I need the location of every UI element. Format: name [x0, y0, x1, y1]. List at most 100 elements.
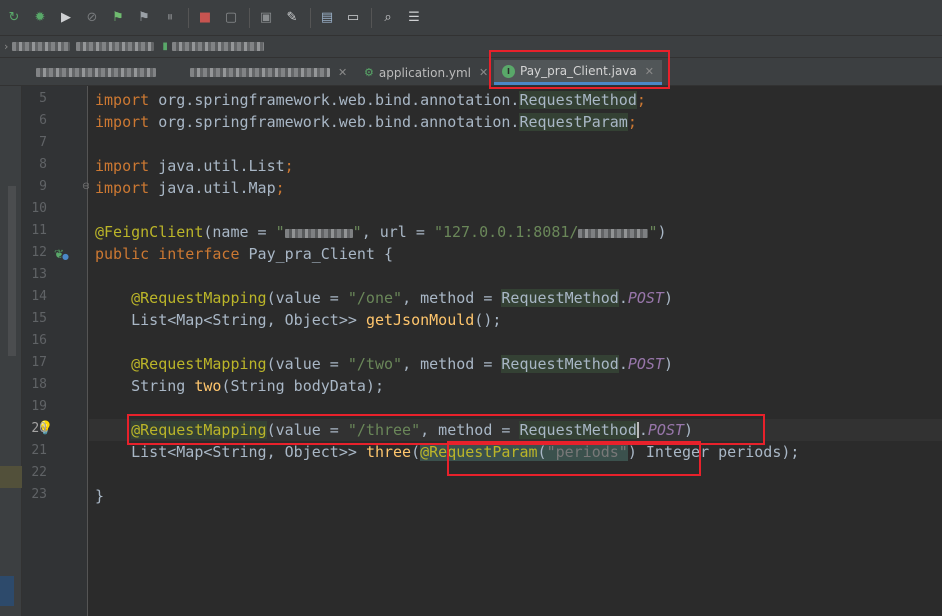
semicolon: ;	[284, 157, 294, 175]
tab-redacted-2[interactable]: ✕	[182, 60, 352, 85]
url-string: "127.0.0.1:8081/	[433, 223, 579, 241]
code-text: (value =	[266, 289, 348, 307]
build-artifact-icon[interactable]: ▢	[221, 8, 241, 28]
close-icon[interactable]: ✕	[338, 66, 347, 79]
implemented-icon[interactable]: ●	[62, 252, 69, 261]
breadcrumb-file-redacted[interactable]	[171, 42, 264, 51]
breadcrumb-path-redacted[interactable]	[76, 42, 155, 51]
vcs-icon[interactable]: ☰	[404, 8, 424, 28]
keyword: import	[95, 91, 150, 109]
code-line-17[interactable]: @RequestMapping(value = "/two", method =…	[95, 353, 673, 375]
rerun-icon[interactable]: ↻	[4, 8, 24, 28]
toolbar-separator	[310, 7, 311, 28]
code-line-11[interactable]: @FeignClient(name = " ", url = "127.0.0.1…	[95, 221, 667, 243]
code-text: )	[663, 289, 673, 307]
editor-tab-strip: ✕ ⚙ application.yml ✕ I Pay_pra_Client.j…	[0, 58, 942, 86]
chevron-right-icon: ›	[4, 40, 9, 53]
stop-icon[interactable]: ■	[195, 8, 215, 28]
code-line-14[interactable]: @RequestMapping(value = "/one", method =…	[95, 287, 673, 309]
folder-icon: ▮	[162, 41, 168, 52]
breadcrumb-project-redacted[interactable]	[12, 42, 71, 51]
code-text: .	[618, 355, 628, 373]
code-line-5[interactable]: import org.springframework.web.bind.anno…	[95, 89, 646, 111]
code-line-12[interactable]: public interface Pay_pra_Client {	[95, 243, 393, 265]
pause-icon[interactable]: ⏸	[160, 8, 180, 28]
annotation: @RequestMapping	[131, 355, 267, 373]
line-number: 17	[31, 355, 47, 370]
line-number: 5	[39, 91, 47, 106]
import-class: RequestMethod	[519, 91, 637, 109]
line-number: 19	[31, 399, 47, 414]
code-line-18[interactable]: String two(String bodyData);	[95, 375, 384, 397]
main-toolbar: ↻ ✹ ▶ ⊘ ⚑ ⚑ ⏸ ■ ▢ ▣ ✎ ▤ ▭ ⌕ ☰	[0, 0, 942, 36]
tab-application-yml[interactable]: ⚙ application.yml ✕	[356, 60, 490, 85]
string-literal: "	[352, 223, 362, 241]
line-number: 18	[31, 377, 47, 392]
line-number: 12	[31, 245, 47, 260]
line-number: 20	[31, 421, 47, 436]
code-line-15[interactable]: List<Map<String, Object>> getJsonMould()…	[95, 309, 501, 331]
line-number: 11	[31, 223, 47, 238]
favorites-marker[interactable]	[0, 576, 14, 606]
code-text: (name =	[203, 223, 276, 241]
code-line-23[interactable]: }	[95, 485, 104, 507]
code-text: , method =	[402, 355, 502, 373]
toolbar-separator	[371, 7, 372, 28]
line-number: 8	[39, 157, 47, 172]
method-name: two	[194, 377, 222, 395]
tab-label: application.yml	[378, 65, 472, 80]
code-text: .	[618, 289, 628, 307]
search-icon[interactable]: ⌕	[378, 8, 398, 28]
toolbar-separator	[249, 7, 250, 28]
return-type: List<Map<String, Object>>	[131, 443, 366, 461]
run-coverage-icon[interactable]: ▶	[56, 8, 76, 28]
line-number: 22	[31, 465, 47, 480]
close-icon[interactable]: ✕	[479, 66, 488, 79]
semicolon: ;	[275, 179, 285, 197]
code-line-6[interactable]: import org.springframework.web.bind.anno…	[95, 111, 637, 133]
line-number: 7	[39, 135, 47, 150]
code-editor[interactable]: import org.springframework.web.bind.anno…	[89, 86, 942, 616]
code-line-9[interactable]: import java.util.Map;	[95, 177, 285, 199]
line-number: 6	[39, 113, 47, 128]
highlight-box-request-param	[447, 441, 701, 476]
settings-wrench-icon[interactable]: ✎	[282, 8, 302, 28]
code-line-8[interactable]: import java.util.List;	[95, 155, 294, 177]
line-number: 14	[31, 289, 47, 304]
redacted-url-path	[578, 229, 649, 238]
code-text: (value =	[266, 355, 348, 373]
project-structure-icon[interactable]: ▤	[317, 8, 337, 28]
return-type: List<Map<String, Object>>	[131, 311, 366, 329]
tab-redacted-1[interactable]	[28, 60, 178, 85]
line-number: 23	[31, 487, 47, 502]
keyword: import	[95, 113, 150, 131]
terminal-icon[interactable]: ▭	[343, 8, 363, 28]
line-number: 10	[31, 201, 47, 216]
keyword: import	[95, 157, 150, 175]
code-text: )	[657, 223, 667, 241]
import-package: org.springframework.web.bind.annotation.	[149, 91, 520, 109]
method-name: three	[365, 443, 412, 461]
keyword: public	[95, 245, 150, 263]
line-number: 13	[31, 267, 47, 282]
toolbar-separator	[188, 7, 189, 28]
redacted-name-value	[284, 229, 353, 238]
tool-window-marker[interactable]	[8, 186, 16, 356]
annotation: @FeignClient	[95, 223, 204, 241]
annotation: @RequestMapping	[131, 289, 267, 307]
line-number: 16	[31, 333, 47, 348]
run-config-1-icon[interactable]: ⚑	[108, 8, 128, 28]
keyword: interface	[158, 245, 240, 263]
method-name: getJsonMould	[365, 311, 475, 329]
code-text: (	[411, 443, 421, 461]
profile-icon[interactable]: ⊘	[82, 8, 102, 28]
run-config-2-icon[interactable]: ⚑	[134, 8, 154, 28]
class-reference: RequestMethod	[501, 289, 619, 307]
sdk-icon[interactable]: ▣	[256, 8, 276, 28]
line-number: 15	[31, 311, 47, 326]
code-text: , url =	[361, 223, 434, 241]
class-reference: RequestMethod	[501, 355, 619, 373]
code-text: (String bodyData);	[221, 377, 384, 395]
debug-icon[interactable]: ✹	[30, 8, 50, 28]
closing-brace: }	[95, 487, 105, 505]
